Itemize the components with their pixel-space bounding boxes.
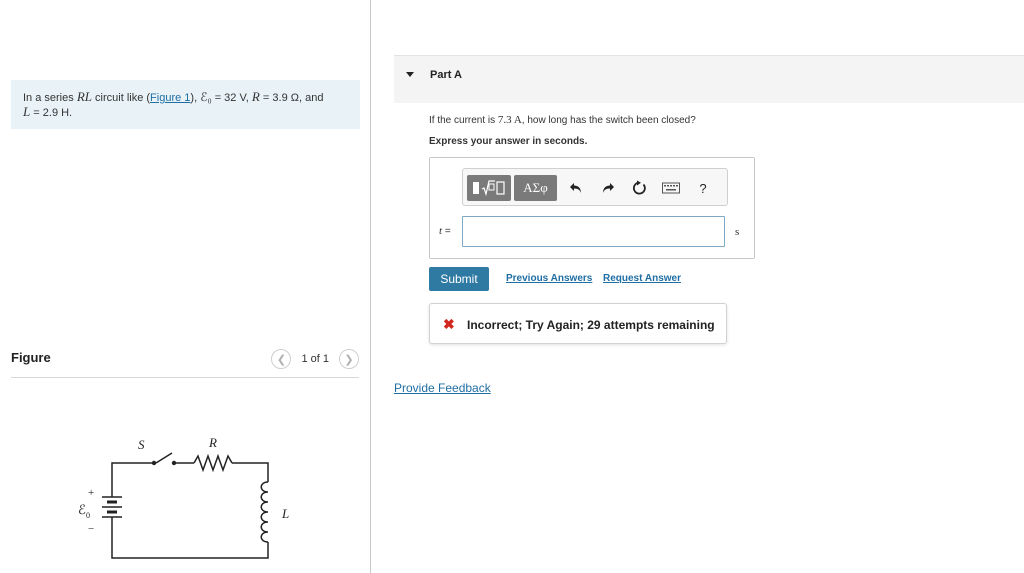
- emf-subscript: 0: [86, 511, 90, 520]
- resistance-value: = 3.9 Ω, and: [259, 92, 324, 104]
- keyboard-icon[interactable]: [660, 175, 682, 201]
- answer-input[interactable]: [462, 216, 725, 247]
- minus-label: −: [88, 523, 94, 535]
- pager-text: 1 of 1: [301, 353, 329, 365]
- switch-contact: [151, 460, 157, 466]
- plus-label: +: [88, 487, 94, 499]
- chevron-right-icon[interactable]: ❯: [339, 349, 359, 369]
- figure-title: Figure: [11, 350, 51, 365]
- caret-down-icon[interactable]: [406, 72, 414, 77]
- wire: [232, 462, 269, 482]
- question-text: If the current is 7.3 A, how long has th…: [429, 114, 696, 126]
- wire: [111, 522, 269, 559]
- feedback-message: ✖ Incorrect; Try Again; 29 attempts rema…: [429, 303, 727, 344]
- rl-circuit-diagram: S R L ℰ 0 + −: [78, 435, 289, 559]
- undo-icon[interactable]: [565, 175, 587, 201]
- part-title: Part A: [430, 69, 462, 81]
- error-x-icon: ✖: [443, 316, 455, 332]
- problem-text: In a series: [23, 92, 77, 104]
- math-toolbar: ΑΣφ ?: [462, 168, 728, 206]
- redo-icon[interactable]: [597, 175, 619, 201]
- circuit-type: RL: [76, 89, 92, 104]
- problem-text: ),: [190, 92, 201, 104]
- provide-feedback-link[interactable]: Provide Feedback: [394, 381, 491, 395]
- emf-symbol: ℰ₀: [200, 90, 212, 104]
- problem-statement: In a series RL circuit like (Figure 1), …: [11, 80, 360, 129]
- resistor: [193, 453, 233, 473]
- problem-text: circuit like (: [91, 92, 151, 104]
- variable-label: t =: [439, 225, 451, 237]
- resistance-symbol: R: [251, 89, 260, 104]
- figure-pager: ❮ 1 of 1 ❯: [271, 349, 359, 369]
- inductance-value: = 2.9 H.: [30, 107, 73, 119]
- reset-icon[interactable]: [629, 175, 651, 201]
- greek-symbols-button[interactable]: ΑΣφ: [514, 175, 557, 201]
- inductor-coil: [260, 481, 269, 543]
- emf-label: ℰ: [78, 502, 86, 517]
- left-panel: In a series RL circuit like (Figure 1), …: [0, 0, 371, 573]
- emf-value: = 32 V,: [211, 92, 252, 104]
- chevron-left-icon[interactable]: ❮: [271, 349, 292, 369]
- switch-blade: [155, 452, 173, 464]
- inductor-label: L: [281, 506, 289, 521]
- current-value: 7.3 A: [497, 114, 522, 126]
- answer-panel: ΑΣφ ? t = s: [429, 157, 755, 259]
- answer-instruction: Express your answer in seconds.: [429, 136, 588, 147]
- column-divider: [370, 0, 371, 573]
- wire: [111, 462, 152, 495]
- figure-link[interactable]: Figure 1: [150, 92, 190, 104]
- help-icon[interactable]: ?: [692, 175, 714, 201]
- switch-contact: [171, 460, 177, 466]
- feedback-text: Incorrect; Try Again; 29 attempts remain…: [467, 318, 715, 332]
- request-answer-link[interactable]: Request Answer: [603, 273, 681, 284]
- figure-header: Figure ❮ 1 of 1 ❯: [11, 345, 359, 378]
- template-icon[interactable]: [467, 175, 511, 201]
- unit-label: s: [735, 226, 740, 238]
- submit-button[interactable]: Submit: [429, 267, 489, 291]
- previous-answers-link[interactable]: Previous Answers: [506, 273, 592, 284]
- switch-label: S: [138, 437, 145, 452]
- part-header[interactable]: Part A: [394, 55, 1024, 103]
- resistor-label: R: [208, 435, 217, 450]
